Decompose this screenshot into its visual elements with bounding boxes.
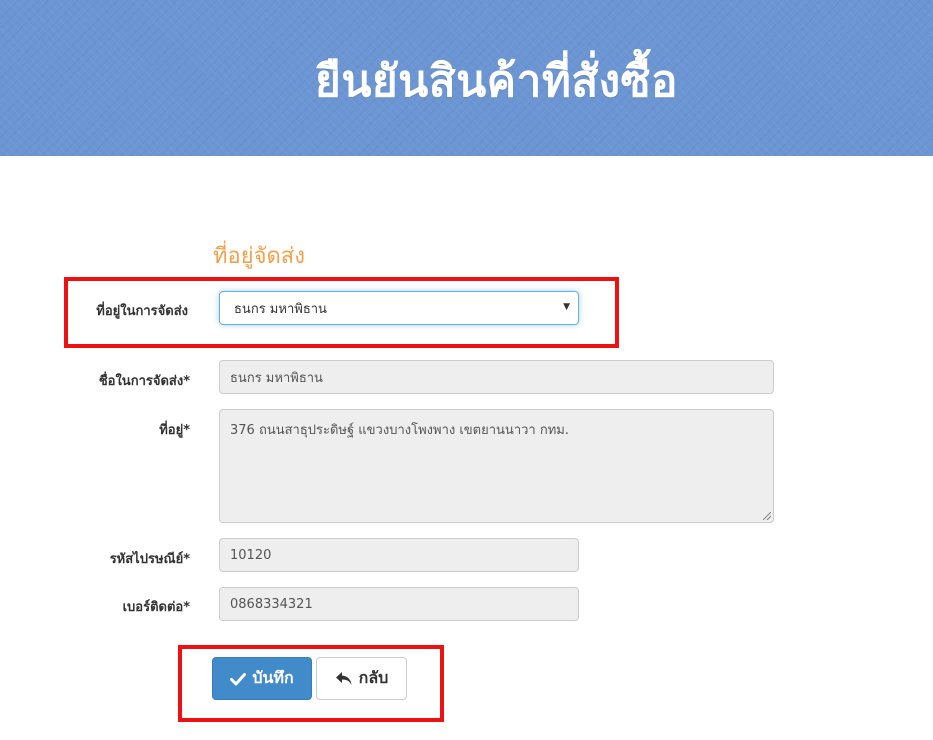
back-button[interactable]: กลับ (316, 657, 407, 700)
header-banner: ยืนยันสินค้าที่สั่งซื้อ (0, 0, 933, 156)
page-title: ยืนยันสินค้าที่สั่งซื้อ (315, 56, 678, 107)
address-select-label: ที่อยู่ในการจัดส่ง (96, 304, 188, 319)
check-icon (230, 672, 247, 686)
chevron-down-icon: ▼ (563, 302, 570, 312)
postcode-field[interactable]: 10120 (219, 538, 579, 572)
postcode-field-value: 10120 (230, 547, 272, 563)
phone-field[interactable]: 0868334321 (219, 587, 579, 621)
name-field[interactable]: ธนกร มหาพิธาน (219, 360, 774, 394)
resize-handle-icon[interactable] (763, 512, 771, 520)
name-label: ชื่อในการจัดส่ง* (98, 374, 190, 389)
address-select[interactable]: ธนกร มหาพิธาน ▼ (219, 291, 579, 325)
address-label: ที่อยู่* (159, 423, 190, 438)
section-title: ที่อยู่จัดส่ง (213, 244, 305, 269)
phone-label: เบอร์ติดต่อ* (122, 600, 190, 615)
back-button-label: กลับ (358, 668, 389, 687)
reply-arrow-icon (335, 671, 353, 687)
save-button-label: บันทึก (252, 668, 294, 687)
phone-field-value: 0868334321 (230, 596, 313, 612)
address-textarea[interactable]: 376 ถนนสาธุประดิษฐ์ แขวงบางโพงพาง เขตยาน… (219, 409, 774, 523)
postcode-label: รหัสไปรษณีย์* (109, 552, 190, 567)
address-select-value: ธนกร มหาพิธาน (234, 301, 327, 317)
save-button[interactable]: บันทึก (212, 657, 312, 700)
name-field-value: ธนกร มหาพิธาน (230, 370, 323, 386)
address-textarea-value: 376 ถนนสาธุประดิษฐ์ แขวงบางโพงพาง เขตยาน… (230, 423, 569, 438)
